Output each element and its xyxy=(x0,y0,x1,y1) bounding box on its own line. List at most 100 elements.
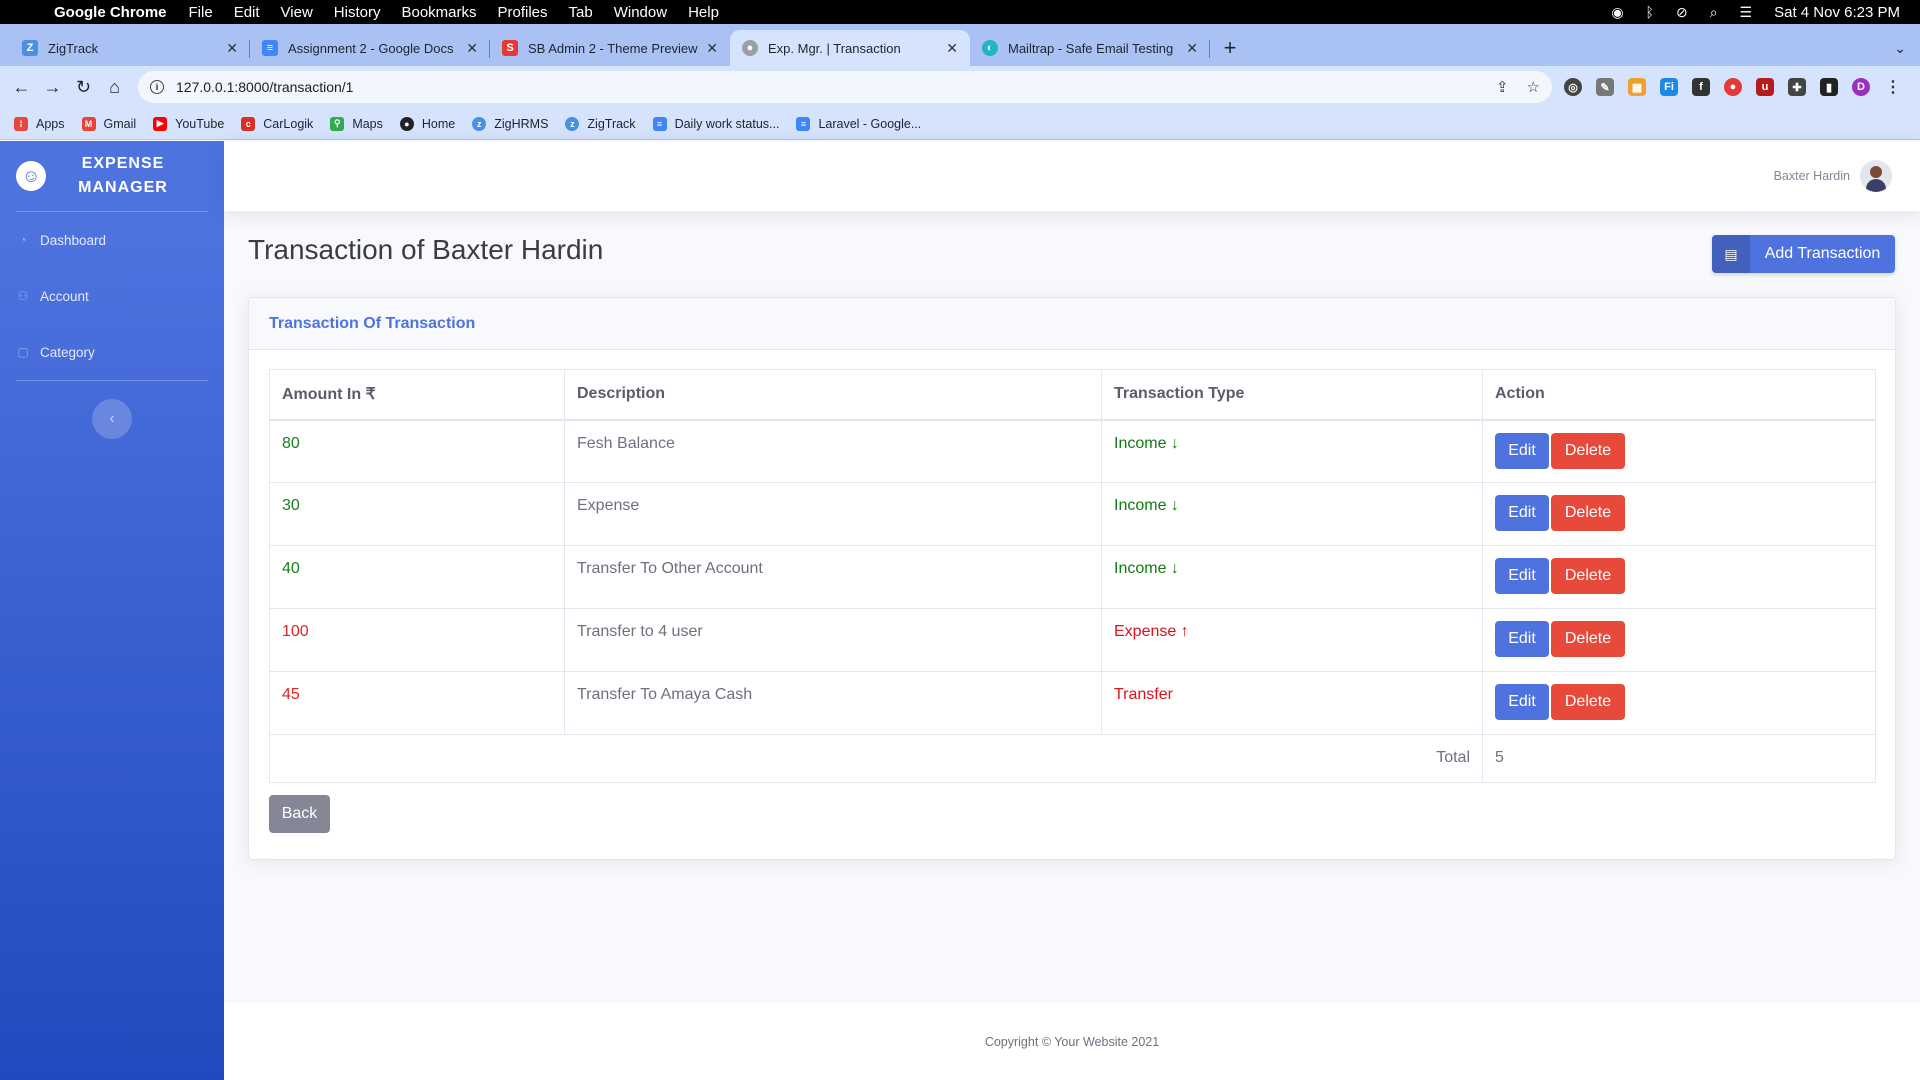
edit-button[interactable]: Edit xyxy=(1495,495,1549,531)
menu-window[interactable]: Window xyxy=(614,4,667,21)
side-panel-icon[interactable]: ▮ xyxy=(1820,78,1838,96)
file-icon: ▤ xyxy=(1712,235,1750,273)
close-icon[interactable]: ✕ xyxy=(706,40,718,57)
delete-button[interactable]: Delete xyxy=(1551,558,1625,594)
site-info-icon[interactable]: i xyxy=(150,80,164,94)
wifi-off-icon[interactable]: ⊘ xyxy=(1676,4,1688,21)
menu-edit[interactable]: Edit xyxy=(234,4,260,21)
address-bar[interactable]: i 127.0.0.1:8000/transaction/1 ⇪ ☆ xyxy=(138,71,1552,103)
tab-title: Exp. Mgr. | Transaction xyxy=(768,40,901,56)
zigtrack-icon: z xyxy=(565,116,580,131)
tab-search-chevron-icon[interactable]: ⌄ xyxy=(1894,30,1906,66)
sidebar-toggle-chevron-left-icon[interactable]: ‹ xyxy=(92,399,132,439)
back-arrow-icon[interactable]: ← xyxy=(6,77,37,98)
bookmark-youtube[interactable]: ▶ YouTube xyxy=(153,116,224,131)
amount-cell: 40 xyxy=(269,545,565,609)
ublock-extension-icon[interactable]: u xyxy=(1756,78,1774,96)
delete-button[interactable]: Delete xyxy=(1551,684,1625,720)
bookmark-label: Home xyxy=(421,116,456,131)
users-icon: ⚇ xyxy=(17,289,29,303)
user-name[interactable]: Baxter Hardin xyxy=(1774,169,1850,183)
grammarly-status-icon[interactable]: ◉ xyxy=(1611,4,1623,21)
bookmark-gmail[interactable]: M Gmail xyxy=(81,116,137,131)
table-wrapper: Amount In ₹ Description Transaction Type… xyxy=(269,369,1876,783)
apps-grid-icon: ⁞ xyxy=(14,116,28,131)
avatar[interactable] xyxy=(1860,160,1892,192)
sidebar-item-category[interactable]: ▢ Category xyxy=(0,324,224,380)
menu-file[interactable]: File xyxy=(189,4,213,21)
sidebar-item-account[interactable]: ⚇ Account xyxy=(0,268,224,324)
back-button[interactable]: Back xyxy=(269,795,330,833)
menu-profiles[interactable]: Profiles xyxy=(498,4,548,21)
menu-app-name[interactable]: Google Chrome xyxy=(54,4,167,21)
footer: Copyright © Your Website 2021 xyxy=(224,1003,1920,1080)
table-row: 100 Transfer to 4 user Expense ↑ Edit Del… xyxy=(269,608,1876,672)
tab-sb-admin[interactable]: S SB Admin 2 - Theme Preview ✕ xyxy=(490,30,730,66)
edit-button[interactable]: Edit xyxy=(1495,684,1549,720)
bookmark-carlogik[interactable]: c CarLogik xyxy=(241,116,313,131)
delete-button[interactable]: Delete xyxy=(1551,432,1625,469)
tab-google-docs[interactable]: ≡ Assignment 2 - Google Docs ✕ xyxy=(250,30,490,66)
edit-button[interactable]: Edit xyxy=(1495,432,1549,469)
edit-button[interactable]: Edit xyxy=(1495,621,1549,657)
bookmark-label: Apps xyxy=(36,116,65,131)
fi-extension-icon[interactable]: Fi xyxy=(1660,78,1678,96)
spotlight-search-icon[interactable]: ⌕ xyxy=(1710,4,1718,21)
close-icon[interactable]: ✕ xyxy=(466,40,478,57)
extensions-area: ◎ ✎ ▦ Fi f ● u ✚ ▮ D ⋮ xyxy=(1564,78,1902,96)
menu-help[interactable]: Help xyxy=(688,4,719,21)
tab-transaction-active[interactable]: ● Exp. Mgr. | Transaction ✕ xyxy=(730,30,970,66)
menu-datetime[interactable]: Sat 4 Nov 6:23 PM xyxy=(1774,4,1900,21)
tachometer-icon: ◔ xyxy=(19,233,27,247)
close-icon[interactable]: ✕ xyxy=(226,40,238,57)
bookmark-home[interactable]: ● Home xyxy=(399,116,456,131)
reload-icon[interactable]: ↻ xyxy=(68,77,99,98)
bookmark-zighrms[interactable]: z ZigHRMS xyxy=(472,116,548,131)
globe-icon: ● xyxy=(399,116,414,131)
forward-arrow-icon[interactable]: → xyxy=(37,77,68,98)
bluetooth-icon[interactable]: ᛒ xyxy=(1646,4,1654,20)
bookmark-zigtrack[interactable]: z ZigTrack xyxy=(565,116,636,131)
bookmarks-bar: ⁞ Apps M Gmail ▶ YouTube c CarLogik ⚲ Maps ● H… xyxy=(0,108,1920,140)
home-icon[interactable]: ⌂ xyxy=(99,77,130,98)
extension-icon[interactable]: ◎ xyxy=(1564,78,1582,96)
bookmark-label: Gmail xyxy=(103,116,137,131)
delete-button[interactable]: Delete xyxy=(1551,495,1625,531)
add-transaction-button[interactable]: ▤ Add Transaction xyxy=(1712,235,1895,273)
control-center-icon[interactable]: ☰ xyxy=(1740,4,1753,21)
bookmark-maps[interactable]: ⚲ Maps xyxy=(330,116,383,131)
edit-button[interactable]: Edit xyxy=(1495,558,1549,594)
profile-avatar[interactable]: D xyxy=(1852,78,1870,96)
close-icon[interactable]: ✕ xyxy=(946,40,958,57)
sidebar-brand[interactable]: ☺ Expense Manager xyxy=(0,141,224,211)
action-cell: Edit Delete xyxy=(1482,545,1876,609)
share-icon[interactable]: ⇪ xyxy=(1496,78,1509,96)
tab-mailtrap[interactable]: ◐ Mailtrap - Safe Email Testing ✕ xyxy=(970,30,1210,66)
calendar-extension-icon[interactable]: ▦ xyxy=(1628,78,1646,96)
bookmark-star-icon[interactable]: ☆ xyxy=(1527,78,1540,96)
bookmark-laravel[interactable]: ≡ Laravel - Google... xyxy=(796,116,921,131)
delete-button[interactable]: Delete xyxy=(1551,621,1625,657)
menu-tab[interactable]: Tab xyxy=(569,4,593,21)
kebab-menu-icon[interactable]: ⋮ xyxy=(1884,78,1902,96)
menu-bookmarks[interactable]: Bookmarks xyxy=(401,4,476,21)
sidebar-item-dashboard[interactable]: ◔ Dashboard xyxy=(0,212,224,268)
url-text[interactable]: 127.0.0.1:8000/transaction/1 xyxy=(176,79,1478,95)
bookmark-apps[interactable]: ⁞ Apps xyxy=(14,116,65,131)
new-tab-plus-icon[interactable]: + xyxy=(1210,30,1250,66)
tab-zigtrack[interactable]: Z ZigTrack ✕ xyxy=(10,30,250,66)
puzzle-extensions-icon[interactable]: ✚ xyxy=(1788,78,1806,96)
brand-text: Expense Manager xyxy=(78,155,168,196)
bookmark-label: Maps xyxy=(352,116,383,131)
bookmark-daily-work-status[interactable]: ≡ Daily work status... xyxy=(652,116,779,131)
adblock-extension-icon[interactable]: ● xyxy=(1724,78,1742,96)
close-icon[interactable]: ✕ xyxy=(1186,40,1198,57)
sidebar: ☺ Expense Manager ◔ Dashboard ⚇ Account … xyxy=(0,141,224,1080)
fontface-extension-icon[interactable]: f xyxy=(1692,78,1710,96)
tab-title: ZigTrack xyxy=(48,40,99,56)
type-label: Income xyxy=(1114,497,1167,514)
arrow-down-icon: ↓ xyxy=(1170,560,1179,577)
menu-view[interactable]: View xyxy=(281,4,313,21)
eyedropper-extension-icon[interactable]: ✎ xyxy=(1596,78,1614,96)
menu-history[interactable]: History xyxy=(334,4,381,21)
